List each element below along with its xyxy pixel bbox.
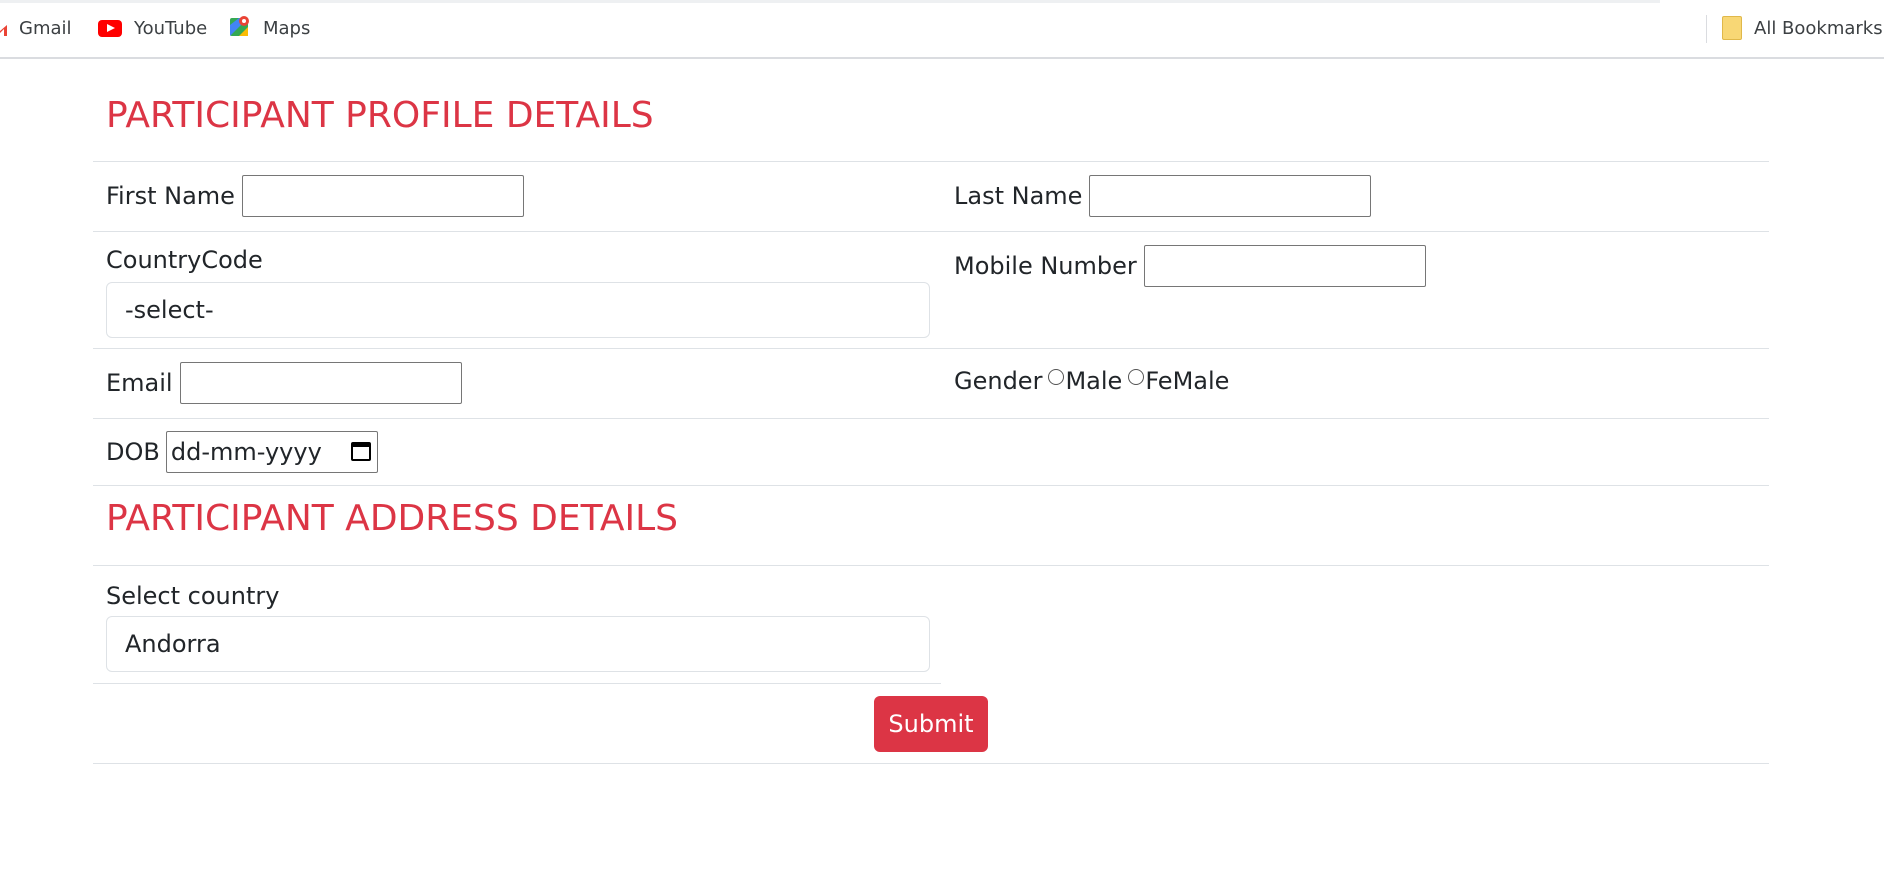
bookmark-gmail[interactable]: Gmail bbox=[0, 16, 72, 40]
dob-group: DOB dd-mm-yyyy bbox=[106, 431, 378, 473]
gender-male-radio[interactable] bbox=[1048, 369, 1065, 385]
email-gender-row: Email Gender Male FeMale bbox=[93, 349, 1769, 419]
last-name-label: Last Name bbox=[954, 182, 1083, 210]
youtube-icon bbox=[98, 19, 122, 37]
all-bookmarks-button[interactable]: All Bookmarks bbox=[1722, 16, 1883, 40]
tab-strip-edge bbox=[0, 0, 1660, 3]
gender-female-label: FeMale bbox=[1145, 367, 1230, 395]
country-code-label: CountryCode bbox=[106, 246, 263, 274]
submit-button[interactable]: Submit bbox=[874, 696, 988, 752]
gender-female-radio[interactable] bbox=[1128, 369, 1145, 385]
bookmarks-bar: Gmail YouTube Maps All Bookmarks bbox=[0, 0, 1884, 59]
mobile-group: Mobile Number bbox=[954, 244, 1426, 288]
calendar-icon[interactable] bbox=[350, 442, 371, 461]
dob-label: DOB bbox=[106, 438, 160, 466]
email-label: Email bbox=[106, 369, 173, 397]
bookmark-youtube[interactable]: YouTube bbox=[98, 16, 207, 40]
mobile-label: Mobile Number bbox=[954, 252, 1137, 280]
name-row: First Name Last Name bbox=[93, 162, 1769, 232]
bookmark-label: Gmail bbox=[19, 17, 72, 39]
first-name-label: First Name bbox=[106, 182, 235, 210]
folder-icon bbox=[1722, 16, 1742, 40]
first-name-input[interactable] bbox=[241, 175, 524, 217]
gmail-icon bbox=[0, 21, 7, 36]
profile-section-title: PARTICIPANT PROFILE DETAILS bbox=[106, 95, 654, 136]
profile-title-row: PARTICIPANT PROFILE DETAILS bbox=[93, 57, 1769, 162]
first-name-group: First Name bbox=[106, 174, 524, 218]
country-label: Select country bbox=[106, 582, 280, 610]
maps-icon bbox=[229, 15, 251, 42]
country-code-select[interactable]: -select- bbox=[106, 282, 930, 338]
dob-placeholder: dd-mm-yyyy bbox=[170, 438, 322, 466]
last-name-input[interactable] bbox=[1089, 175, 1372, 217]
gender-male-label: Male bbox=[1065, 367, 1123, 395]
bookmark-maps[interactable]: Maps bbox=[229, 15, 311, 42]
address-title-row: PARTICIPANT ADDRESS DETAILS bbox=[93, 486, 1769, 566]
gender-group: Gender Male FeMale bbox=[954, 361, 1229, 401]
phone-row: CountryCode -select- Mobile Number bbox=[93, 232, 1769, 349]
mobile-input[interactable] bbox=[1143, 245, 1426, 287]
country-selected: Andorra bbox=[125, 630, 221, 658]
email-group: Email bbox=[106, 361, 462, 405]
bookmarks-separator bbox=[1706, 15, 1707, 43]
email-input[interactable] bbox=[179, 362, 462, 404]
address-section-title: PARTICIPANT ADDRESS DETAILS bbox=[106, 498, 678, 539]
bookmark-label: YouTube bbox=[134, 17, 208, 39]
country-row: Select country Andorra bbox=[93, 566, 941, 684]
dob-row: DOB dd-mm-yyyy bbox=[93, 419, 1769, 486]
country-select[interactable]: Andorra bbox=[106, 616, 930, 672]
country-code-selected: -select- bbox=[125, 296, 214, 324]
last-name-group: Last Name bbox=[954, 174, 1372, 218]
submit-row: Submit bbox=[93, 684, 1769, 764]
dob-input[interactable]: dd-mm-yyyy bbox=[165, 431, 378, 473]
bookmark-label: Maps bbox=[263, 17, 311, 39]
all-bookmarks-label: All Bookmarks bbox=[1754, 17, 1883, 39]
gender-label: Gender bbox=[954, 367, 1043, 395]
